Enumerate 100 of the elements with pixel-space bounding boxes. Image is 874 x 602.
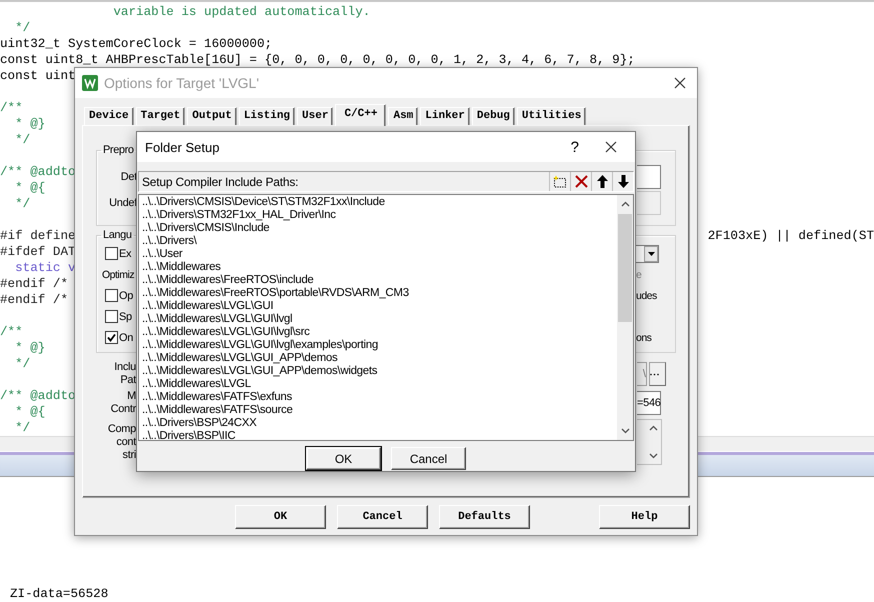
dialog-button[interactable]: Defaults — [439, 505, 530, 529]
code-line: /** @addto — [0, 164, 76, 180]
option-label: udes — [636, 290, 658, 302]
code-line: * @} — [14, 116, 46, 132]
caret-icon — [648, 252, 654, 256]
scroll-up-icon[interactable] — [649, 425, 658, 431]
input-field[interactable] — [637, 165, 661, 189]
code-line: #endif /* — [0, 292, 68, 308]
checkbox[interactable] — [105, 331, 118, 344]
help-button[interactable]: ? — [570, 138, 579, 156]
field-label: Inclu Pat — [113, 361, 136, 387]
code-line: variable is updated automatically. — [112, 4, 370, 20]
dialog-button[interactable]: Cancel — [337, 505, 428, 529]
checkbox-label: Op — [119, 290, 134, 302]
ellipsis-icon — [650, 372, 659, 376]
scrollbar[interactable] — [617, 195, 633, 440]
field-label: Det — [120, 171, 137, 183]
checkbox[interactable] — [105, 247, 118, 260]
path-item[interactable]: ..\..\Middlewares\LVGL\GUI — [142, 300, 614, 313]
tab[interactable]: Target — [136, 107, 186, 125]
path-item[interactable]: ..\..\Middlewares\FreeRTOS\include — [142, 274, 614, 287]
field-label: Comp cont stri — [106, 422, 136, 462]
list-header: Setup Compiler Include Paths: — [141, 174, 298, 188]
tab[interactable]: Linker — [420, 107, 470, 125]
code-line: /** — [0, 324, 23, 340]
scroll-down-icon[interactable] — [649, 453, 658, 459]
path-item[interactable]: ..\..\Middlewares\FATFS\source — [142, 404, 614, 417]
checkbox[interactable] — [105, 289, 118, 302]
path-item[interactable]: ..\..\Middlewares\LVGL\GUI_APP\demos\widgets — [142, 365, 614, 378]
path-item[interactable]: ..\..\Middlewares — [142, 261, 614, 274]
path-item[interactable]: ..\..\Drivers\CMSIS\Include — [142, 222, 614, 235]
path-item[interactable]: ..\..\Middlewares\LVGL\GUI\lvgl\examples\porting — [142, 339, 614, 352]
dialog-button[interactable]: Cancel — [391, 447, 466, 470]
path-item[interactable]: ..\..\Drivers\BSP\24CXX — [142, 417, 614, 430]
tab[interactable]: User — [297, 107, 334, 125]
path-item[interactable]: ..\..\Drivers\STM32F1xx_HAL_Driver\Inc — [142, 209, 614, 222]
close-icon[interactable] — [674, 77, 686, 89]
path-item[interactable]: ..\..\Drivers\ — [142, 235, 614, 248]
tab[interactable]: Asm — [388, 107, 418, 125]
code-line: * @} — [14, 340, 46, 356]
tab[interactable]: Listing — [238, 107, 296, 125]
field-label: Optimiz — [102, 268, 135, 280]
check-icon — [107, 333, 116, 342]
input-field[interactable]: \ — [637, 362, 647, 386]
code-line: 2F103xE) || defined(ST — [708, 228, 874, 244]
tab[interactable]: Output — [187, 107, 237, 125]
tab[interactable]: C/C++ — [335, 104, 386, 126]
code-line: const uint8_t AHBPrescTable[16U] = {0, 0, 0, 0, 0, 0, 0, 0, 1, 2, 3, 4, 6, 7, 8, 9}; — [0, 52, 635, 68]
window-title: Options for Target 'LVGL' — [104, 75, 260, 91]
path-item[interactable]: ..\..\Drivers\CMSIS\Device\ST\STM32F1xx\Include — [142, 196, 614, 209]
delete-icon — [574, 175, 588, 188]
code-line: */ — [14, 420, 30, 436]
window-title: Folder Setup — [145, 140, 220, 154]
close-icon[interactable] — [605, 141, 617, 153]
code-line: const uint — [0, 68, 76, 84]
dialog-button[interactable]: OK — [235, 505, 326, 529]
scroll-up-icon[interactable] — [620, 201, 630, 207]
dialog-button[interactable]: Help — [599, 505, 690, 529]
scroll-down-icon[interactable] — [620, 428, 630, 434]
code-line: * @{ — [14, 404, 46, 420]
code-line: #endif /* — [0, 276, 68, 292]
browse-button[interactable] — [648, 362, 666, 386]
tab[interactable]: Utilities — [516, 107, 586, 125]
path-item[interactable]: ..\..\Drivers\BSP\IIC — [142, 430, 614, 440]
code-line: */ — [14, 356, 30, 372]
checkbox-label: On — [119, 332, 134, 344]
code-line: uint32_t SystemCoreClock = 16000000; — [0, 36, 272, 52]
app-icon — [82, 75, 98, 91]
code-line: */ — [14, 20, 30, 36]
checkbox-label: Ex — [119, 248, 132, 260]
option-label: e — [636, 268, 642, 280]
path-item[interactable]: ..\..\User — [142, 248, 614, 261]
path-item[interactable]: ..\..\Middlewares\FATFS\exfuns — [142, 391, 614, 404]
code-line: * @{ — [14, 180, 46, 196]
code-line: #if define — [0, 228, 76, 244]
dialog-button[interactable]: OK — [306, 447, 381, 470]
checkbox[interactable] — [105, 310, 118, 323]
arrow-down-icon — [618, 175, 628, 188]
field-label: Undef — [108, 197, 137, 209]
delete-button[interactable] — [570, 172, 591, 191]
input-field[interactable]: =546 — [637, 391, 661, 415]
code-line: /** — [0, 100, 23, 116]
path-item[interactable]: ..\..\Middlewares\LVGL — [142, 378, 614, 391]
path-item[interactable]: ..\..\Middlewares\LVGL\GUI\lvgl — [142, 313, 614, 326]
tab[interactable]: Device — [84, 107, 134, 125]
dropdown[interactable] — [636, 244, 659, 262]
code-line: */ — [14, 132, 30, 148]
field-label: M Contr — [110, 390, 136, 416]
group-label: Langu — [102, 229, 133, 241]
path-item[interactable]: ..\..\Middlewares\FreeRTOS\portable\RVDS\ARM_CM3 — [142, 287, 614, 300]
new-folder-icon — [553, 175, 567, 188]
checkbox-label: Sp — [119, 310, 132, 322]
code-line: #ifdef DAT — [0, 244, 76, 260]
tab[interactable]: Debug — [472, 107, 515, 125]
option-label: ons — [636, 332, 652, 344]
group-label: Prepro — [102, 144, 135, 156]
code-line: /** @addto — [0, 388, 76, 404]
path-item[interactable]: ..\..\Middlewares\LVGL\GUI_APP\demos — [142, 352, 614, 365]
code-line: */ — [14, 196, 30, 212]
path-item[interactable]: ..\..\Middlewares\LVGL\GUI\lvgl\src — [142, 326, 614, 339]
